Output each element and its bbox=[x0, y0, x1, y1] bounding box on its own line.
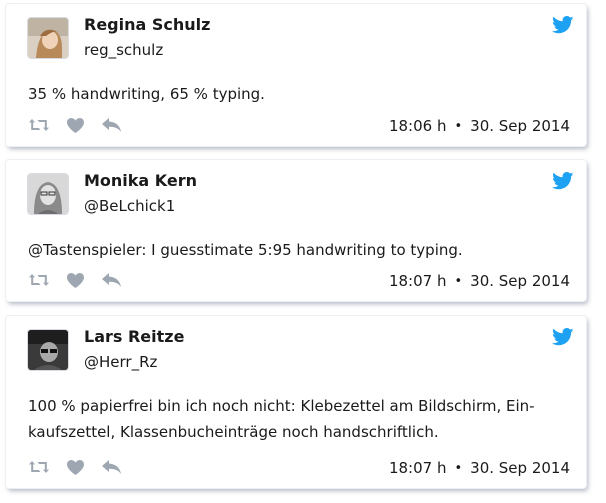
meta-separator: • bbox=[454, 460, 463, 476]
tweet-time: 18:07 h bbox=[388, 459, 447, 477]
tweet-timestamp[interactable]: 18:07 h • 30. Sep 2014 bbox=[389, 272, 570, 290]
tweet-text: 35 % handwriting, 65 % typing. bbox=[28, 85, 265, 103]
tweet-text: 100 % papierfrei bin ich noch nicht: Kle… bbox=[28, 397, 535, 441]
retweet-icon[interactable] bbox=[28, 271, 50, 289]
author-name[interactable]: Lars Reitze bbox=[84, 327, 184, 346]
tweet-date: 30. Sep 2014 bbox=[470, 272, 570, 290]
avatar[interactable] bbox=[28, 330, 68, 370]
author-handle[interactable]: @Herr_Rz bbox=[84, 353, 157, 371]
twitter-bird-icon[interactable] bbox=[552, 328, 574, 346]
tweet-actions bbox=[28, 458, 122, 476]
tweet-timestamp[interactable]: 18:06 h • 30. Sep 2014 bbox=[389, 117, 570, 135]
author-handle[interactable]: reg_schulz bbox=[84, 41, 163, 59]
avatar[interactable] bbox=[28, 174, 68, 214]
twitter-bird-icon[interactable] bbox=[552, 172, 574, 190]
tweet-card: Monika Kern @BeLchick1 @Tastenspieler: I… bbox=[6, 160, 586, 301]
avatar[interactable] bbox=[28, 18, 68, 58]
tweet-timestamp[interactable]: 18:07 h • 30. Sep 2014 bbox=[389, 459, 570, 477]
tweet-date: 30. Sep 2014 bbox=[470, 117, 570, 135]
like-heart-icon[interactable] bbox=[64, 271, 86, 289]
tweet-time: 18:07 h bbox=[388, 272, 447, 290]
twitter-bird-icon[interactable] bbox=[552, 16, 574, 34]
tweet-text: @Tastenspieler: I guesstimate 5:95 handw… bbox=[28, 241, 463, 259]
reply-icon[interactable] bbox=[100, 116, 122, 134]
meta-separator: • bbox=[454, 118, 463, 134]
author-name[interactable]: Regina Schulz bbox=[84, 15, 210, 34]
tweet-actions bbox=[28, 116, 122, 134]
tweet-time: 18:06 h bbox=[388, 117, 447, 135]
author-handle[interactable]: @BeLchick1 bbox=[84, 197, 175, 215]
retweet-icon[interactable] bbox=[28, 116, 50, 134]
reply-icon[interactable] bbox=[100, 271, 122, 289]
author-name[interactable]: Monika Kern bbox=[84, 171, 197, 190]
retweet-icon[interactable] bbox=[28, 458, 50, 476]
like-heart-icon[interactable] bbox=[64, 116, 86, 134]
meta-separator: • bbox=[454, 273, 463, 289]
reply-icon[interactable] bbox=[100, 458, 122, 476]
tweet-card: Lars Reitze @Herr_Rz 100 % papierfrei bi… bbox=[6, 316, 586, 488]
tweet-date: 30. Sep 2014 bbox=[470, 459, 570, 477]
tweet-card: Regina Schulz reg_schulz 35 % handwritin… bbox=[6, 4, 586, 146]
tweet-actions bbox=[28, 271, 122, 289]
like-heart-icon[interactable] bbox=[64, 458, 86, 476]
